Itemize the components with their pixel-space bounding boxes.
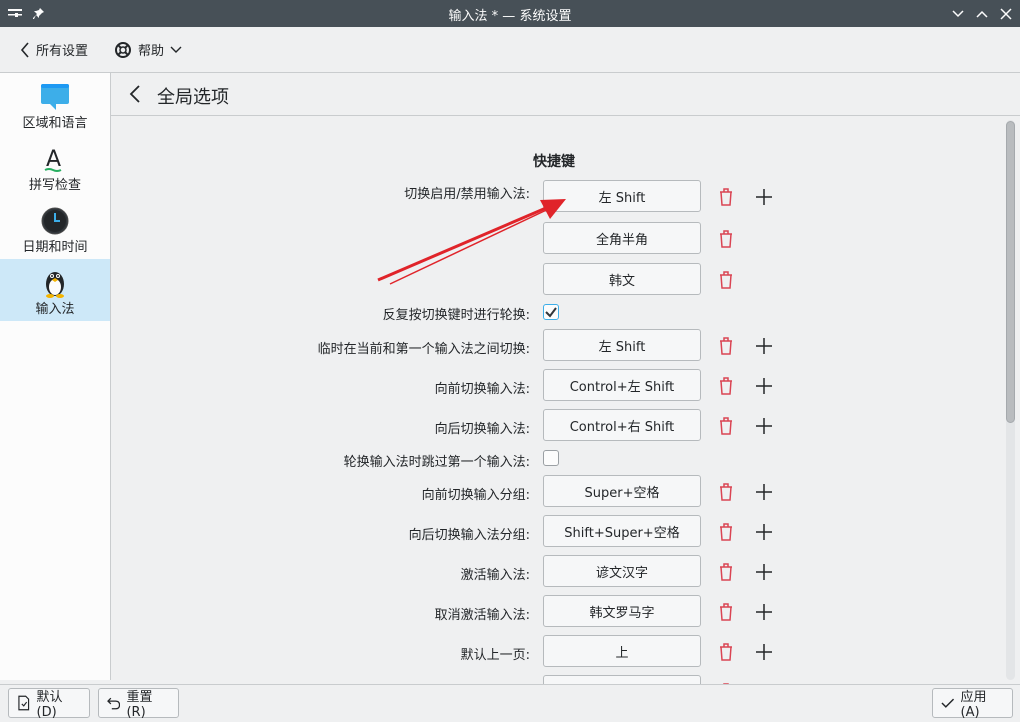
trash-icon[interactable] — [715, 186, 737, 208]
trash-icon[interactable] — [715, 375, 737, 397]
cycle-on-repeat-checkbox[interactable] — [543, 304, 559, 320]
shortcut-button[interactable]: 左 Shift — [543, 329, 701, 361]
skip-first-label: 轮换输入法时跳过第一个输入法: — [343, 455, 530, 470]
sidebar: 区域和语言 A 拼写检查 日期和时间 输入法 — [0, 73, 111, 680]
shortcut-button[interactable]: Control+左 Shift — [543, 369, 701, 401]
shortcut-button[interactable]: 左 Shift — [543, 180, 701, 212]
penguin-icon — [46, 272, 64, 298]
skip-first-checkbox[interactable] — [543, 450, 559, 466]
prev-page-label: 默认上一页: — [460, 648, 530, 663]
temp-switch-label: 临时在当前和第一个输入法之间切换: — [317, 342, 530, 357]
sidebar-item-region-language[interactable]: 区域和语言 — [0, 73, 110, 135]
backward-group-label: 向后切换输入法分组: — [408, 528, 530, 543]
maximize-icon[interactable] — [971, 0, 993, 27]
undo-icon — [107, 697, 121, 710]
plus-icon[interactable] — [753, 561, 775, 583]
shortcut-button[interactable]: 上 — [543, 635, 701, 667]
sidebar-item-input-method[interactable]: 输入法 — [0, 259, 110, 321]
apply-button[interactable]: 应用(A) — [932, 688, 1013, 720]
plus-icon[interactable] — [753, 641, 775, 663]
trash-icon[interactable] — [715, 641, 737, 663]
sidebar-item-label: 输入法 — [35, 302, 75, 317]
forward-group-label: 向前切换输入分组: — [421, 488, 530, 503]
lifebuoy-icon — [115, 41, 131, 58]
plus-icon[interactable] — [753, 335, 775, 357]
trash-icon[interactable] — [715, 521, 737, 543]
shortcut-button[interactable]: 全角半角 — [543, 222, 701, 254]
activate-label: 激活输入法: — [460, 568, 530, 583]
deactivate-label: 取消激活输入法: — [434, 608, 530, 623]
toolbar: 所有设置 帮助 — [0, 27, 1020, 73]
region-language-icon — [41, 84, 69, 110]
spellcheck-icon: A — [44, 147, 62, 172]
sidebar-item-date-time[interactable]: 日期和时间 — [0, 197, 110, 259]
settings-content: 快捷键 切换启用/禁用输入法: 左 Shift 全角半角 韩文 反复按切换键时进… — [111, 116, 1001, 685]
backward-switch-label: 向后切换输入法: — [434, 422, 530, 437]
sidebar-item-label: 拼写检查 — [28, 178, 81, 193]
minimize-icon[interactable] — [947, 0, 969, 27]
cycle-on-repeat-label: 反复按切换键时进行轮换: — [382, 308, 530, 323]
defaults-label: 默认(D) — [36, 690, 63, 720]
trash-icon[interactable] — [715, 335, 737, 357]
plus-icon[interactable] — [753, 521, 775, 543]
sidebar-item-label: 日期和时间 — [22, 240, 88, 255]
close-icon[interactable] — [995, 0, 1017, 27]
sidebar-item-label: 区域和语言 — [22, 116, 88, 131]
reset-label: 重置(R) — [126, 690, 153, 720]
title-bar: 输入法 * — 系统设置 — [0, 0, 1020, 27]
bottom-bar: 默认(D) 重置(R) 应用(A) — [0, 684, 1020, 722]
plus-icon[interactable] — [753, 186, 775, 208]
shortcut-button[interactable]: 谚文汉字 — [543, 555, 701, 587]
toggle-input-method-label: 切换启用/禁用输入法: — [404, 187, 530, 202]
trash-icon[interactable] — [715, 601, 737, 623]
reset-button[interactable]: 重置(R) — [98, 688, 179, 720]
sidebar-item-spellcheck[interactable]: A 拼写检查 — [0, 135, 110, 197]
plus-icon[interactable] — [753, 481, 775, 503]
trash-icon[interactable] — [715, 415, 737, 437]
chevron-left-icon — [20, 41, 29, 58]
trash-icon[interactable] — [715, 481, 737, 503]
all-settings-button[interactable]: 所有设置 — [20, 27, 88, 72]
shortcut-button[interactable]: 韩文 — [543, 263, 701, 295]
plus-icon[interactable] — [753, 601, 775, 623]
page-title: 全局选项 — [157, 87, 229, 108]
plus-icon[interactable] — [753, 375, 775, 397]
help-button[interactable]: 帮助 — [114, 27, 182, 72]
back-arrow-icon[interactable] — [125, 83, 145, 105]
scrollbar-thumb[interactable] — [1006, 121, 1015, 423]
checkmark-icon — [941, 698, 955, 708]
clock-icon — [41, 207, 69, 235]
all-settings-label: 所有设置 — [36, 44, 89, 59]
trash-icon[interactable] — [715, 561, 737, 583]
section-title-shortcuts: 快捷键 — [533, 154, 575, 170]
shortcut-button[interactable]: Control+右 Shift — [543, 409, 701, 441]
checkmark-icon — [545, 307, 557, 318]
shortcut-button[interactable]: 韩文罗马字 — [543, 595, 701, 627]
defaults-button[interactable]: 默认(D) — [8, 688, 90, 720]
chevron-down-icon — [170, 46, 182, 53]
page-header: 全局选项 — [111, 73, 1020, 116]
shortcut-button[interactable]: Super+空格 — [543, 475, 701, 507]
document-icon — [18, 695, 30, 711]
help-label: 帮助 — [138, 44, 165, 59]
shortcut-button[interactable]: Shift+Super+空格 — [543, 515, 701, 547]
trash-icon[interactable] — [715, 228, 737, 250]
forward-switch-label: 向前切换输入法: — [434, 382, 530, 397]
apply-label: 应用(A) — [960, 690, 987, 720]
window-title: 输入法 * — 系统设置 — [448, 9, 572, 24]
plus-icon[interactable] — [753, 415, 775, 437]
trash-icon[interactable] — [715, 269, 737, 291]
vertical-scrollbar[interactable] — [1001, 116, 1020, 685]
